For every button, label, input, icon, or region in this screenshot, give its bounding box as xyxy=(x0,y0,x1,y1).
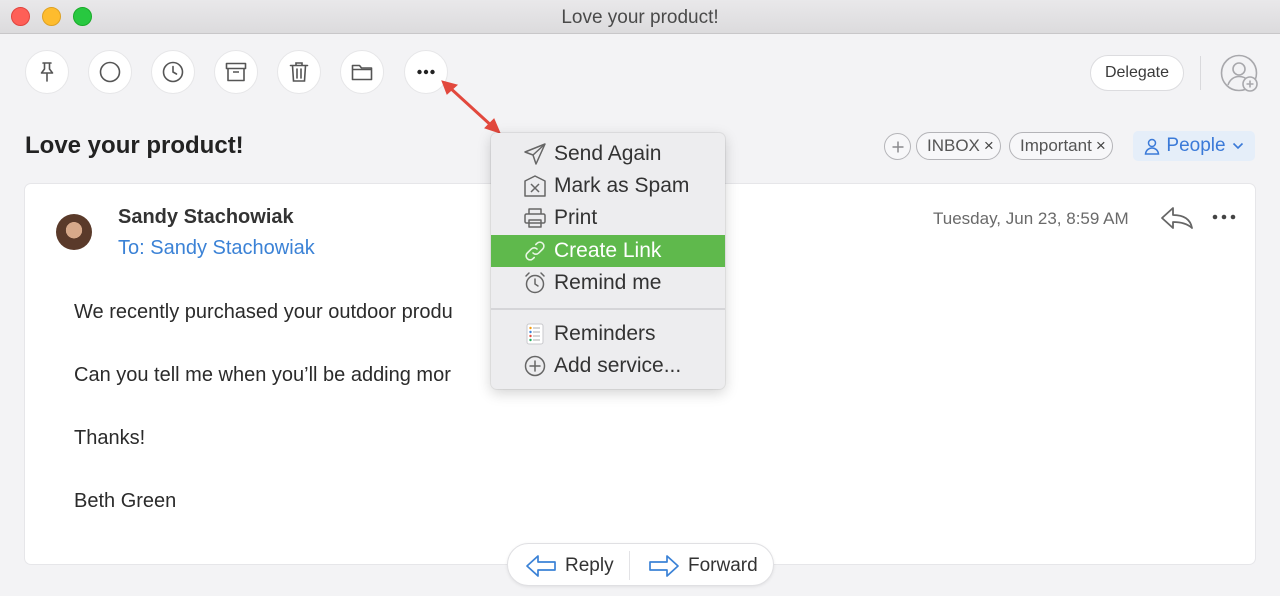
trash-icon xyxy=(289,62,309,82)
menu-item-send-again[interactable]: Send Again xyxy=(491,138,725,170)
delegate-button[interactable]: Delegate xyxy=(1090,55,1184,91)
clock-icon xyxy=(162,61,184,83)
pin-button[interactable] xyxy=(25,50,69,94)
menu-divider xyxy=(491,308,725,310)
reply-arrow-icon xyxy=(526,554,556,577)
menu-item-label: Mark as Spam xyxy=(554,174,690,197)
people-label: People xyxy=(1166,135,1226,156)
menu-item-mark-as-spam[interactable]: Mark as Spam xyxy=(491,170,725,202)
body-paragraph: Can you tell me when you’ll be adding mo… xyxy=(74,364,451,386)
sender-name[interactable]: Sandy Stachowiak xyxy=(118,206,294,229)
tag-label: INBOX xyxy=(927,136,980,155)
pin-icon xyxy=(40,62,54,82)
menu-item-label: Add service... xyxy=(554,354,682,377)
reply-button[interactable]: Reply xyxy=(525,544,614,587)
body-paragraph: We recently purchased your outdoor produ xyxy=(74,301,453,323)
menu-item-label: Create Link xyxy=(554,239,662,262)
more-actions-menu: Send Again Mark as Spam Print Create Lin… xyxy=(491,133,725,389)
message-subject: Love your product! xyxy=(25,132,244,159)
menu-item-label: Print xyxy=(554,206,598,229)
message-more-icon[interactable] xyxy=(1210,205,1238,229)
menu-item-label: Send Again xyxy=(554,142,662,165)
alarm-clock-icon xyxy=(525,272,545,294)
tag-label: Important xyxy=(1020,136,1092,155)
trash-button[interactable] xyxy=(277,50,321,94)
menu-item-print[interactable]: Print xyxy=(491,202,725,234)
archive-icon xyxy=(225,62,247,82)
folder-icon xyxy=(351,64,373,81)
body-paragraph: Thanks! xyxy=(74,427,146,449)
circle-icon xyxy=(99,61,121,83)
remove-tag-icon[interactable]: × xyxy=(1096,136,1106,156)
recipient-line[interactable]: To: Sandy Stachowiak xyxy=(118,237,315,260)
menu-item-create-link[interactable]: Create Link xyxy=(491,235,725,267)
reply-label: Reply xyxy=(565,554,614,576)
toolbar-divider xyxy=(1200,56,1201,90)
move-to-folder-button[interactable] xyxy=(340,50,384,94)
menu-item-label: Reminders xyxy=(554,322,656,345)
mark-unread-button[interactable] xyxy=(88,50,132,94)
window-title: Love your product! xyxy=(561,7,719,28)
link-icon xyxy=(525,241,545,261)
body-paragraph: Beth Green xyxy=(74,490,177,512)
person-icon xyxy=(1145,138,1160,155)
reply-forward-bar: Reply Forward xyxy=(507,543,774,586)
title-bar: Love your product! xyxy=(0,0,1280,34)
add-person-icon[interactable] xyxy=(1220,54,1260,94)
message-body: We recently purchased your outdoor produ… xyxy=(74,295,494,525)
printer-icon xyxy=(524,208,546,228)
avatar xyxy=(56,214,92,250)
menu-item-remind-me[interactable]: Remind me xyxy=(491,267,725,299)
more-icon xyxy=(417,69,435,75)
reminders-icon xyxy=(526,323,544,345)
plus-circle-icon xyxy=(524,355,546,377)
menu-item-reminders[interactable]: Reminders xyxy=(491,318,725,350)
snooze-button[interactable] xyxy=(151,50,195,94)
chevron-down-icon xyxy=(1232,142,1243,150)
tag-important[interactable]: Important × xyxy=(1009,132,1113,160)
paper-plane-icon xyxy=(524,143,546,165)
tag-inbox[interactable]: INBOX × xyxy=(916,132,1001,160)
reply-icon[interactable] xyxy=(1160,204,1194,232)
forward-label: Forward xyxy=(688,554,758,576)
spam-icon xyxy=(524,175,546,197)
plus-icon xyxy=(892,141,903,152)
annotation-arrow xyxy=(441,80,501,134)
archive-button[interactable] xyxy=(214,50,258,94)
people-button[interactable]: People xyxy=(1133,131,1255,161)
forward-arrow-icon xyxy=(649,554,679,577)
remove-tag-icon[interactable]: × xyxy=(984,136,994,156)
menu-item-add-service[interactable]: Add service... xyxy=(491,350,725,382)
forward-button[interactable]: Forward xyxy=(648,544,758,587)
add-tag-button[interactable] xyxy=(884,133,911,160)
menu-item-label: Remind me xyxy=(554,271,662,294)
message-date: Tuesday, Jun 23, 8:59 AM xyxy=(933,209,1129,228)
pill-divider xyxy=(629,551,630,580)
